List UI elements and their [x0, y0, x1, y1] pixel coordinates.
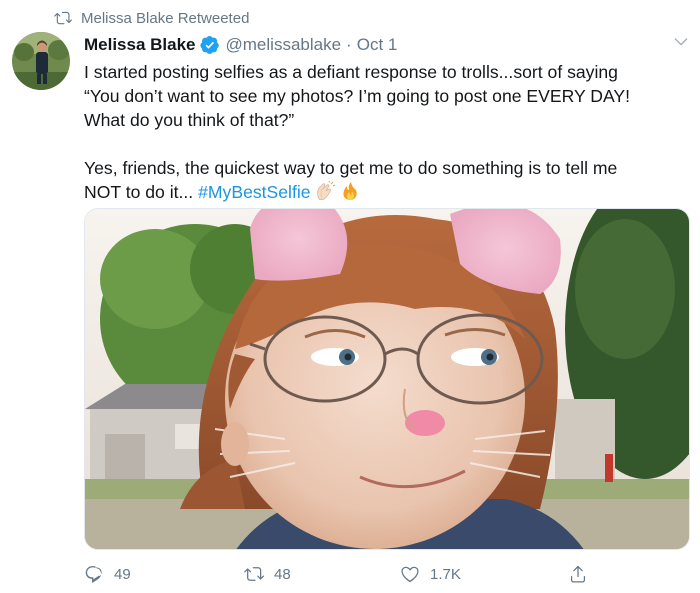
tweet-photo[interactable]: [84, 208, 690, 550]
reply-icon: [84, 564, 104, 584]
retweeted-by[interactable]: Melissa Blake Retweeted: [54, 8, 249, 28]
tweet-text: I started posting selfies as a defiant r…: [84, 60, 690, 204]
tweet-text-line: NOT to do it... #MyBestSelfie: [84, 180, 690, 204]
heart-icon: [400, 564, 420, 584]
like-button[interactable]: 1.7K: [400, 563, 461, 585]
retweeted-by-label: Melissa Blake Retweeted: [81, 9, 250, 27]
tweet-actions: 49 48 1.7K: [84, 563, 690, 585]
clapping-hands-icon: [314, 181, 336, 201]
separator-dot: ·: [346, 35, 352, 54]
chevron-down-icon[interactable]: [672, 33, 690, 51]
retweet-count: 48: [274, 565, 291, 583]
tweet-text-line: “You don’t want to see my photos? I’m go…: [84, 86, 631, 106]
tweet-text-line: I started posting selfies as a defiant r…: [84, 62, 618, 82]
tweet-header: Melissa Blake @melissablake · Oct 1: [84, 33, 397, 57]
like-count: 1.7K: [430, 565, 461, 583]
display-name[interactable]: Melissa Blake: [84, 35, 196, 55]
tweet[interactable]: Melissa Blake Retweeted Melissa Blake @m…: [0, 0, 700, 593]
retweet-button[interactable]: 48: [244, 563, 291, 585]
retweet-icon: [54, 9, 72, 27]
hashtag-link[interactable]: #MyBestSelfie: [198, 182, 310, 202]
retweet-icon: [244, 564, 264, 584]
fire-icon: [339, 181, 361, 201]
reply-count: 49: [114, 565, 131, 583]
tweet-text-line: What do you think of that?”: [84, 110, 295, 130]
avatar[interactable]: [12, 32, 70, 90]
verified-badge-icon: [199, 35, 220, 55]
tweet-text-line: Yes, friends, the quickest way to get me…: [84, 158, 618, 178]
share-icon: [568, 564, 588, 584]
share-button[interactable]: [568, 563, 598, 585]
handle[interactable]: @melissablake: [226, 35, 342, 55]
tweet-text-segment: NOT to do it...: [84, 182, 194, 202]
reply-button[interactable]: 49: [84, 563, 131, 585]
tweet-date[interactable]: Oct 1: [357, 35, 398, 55]
